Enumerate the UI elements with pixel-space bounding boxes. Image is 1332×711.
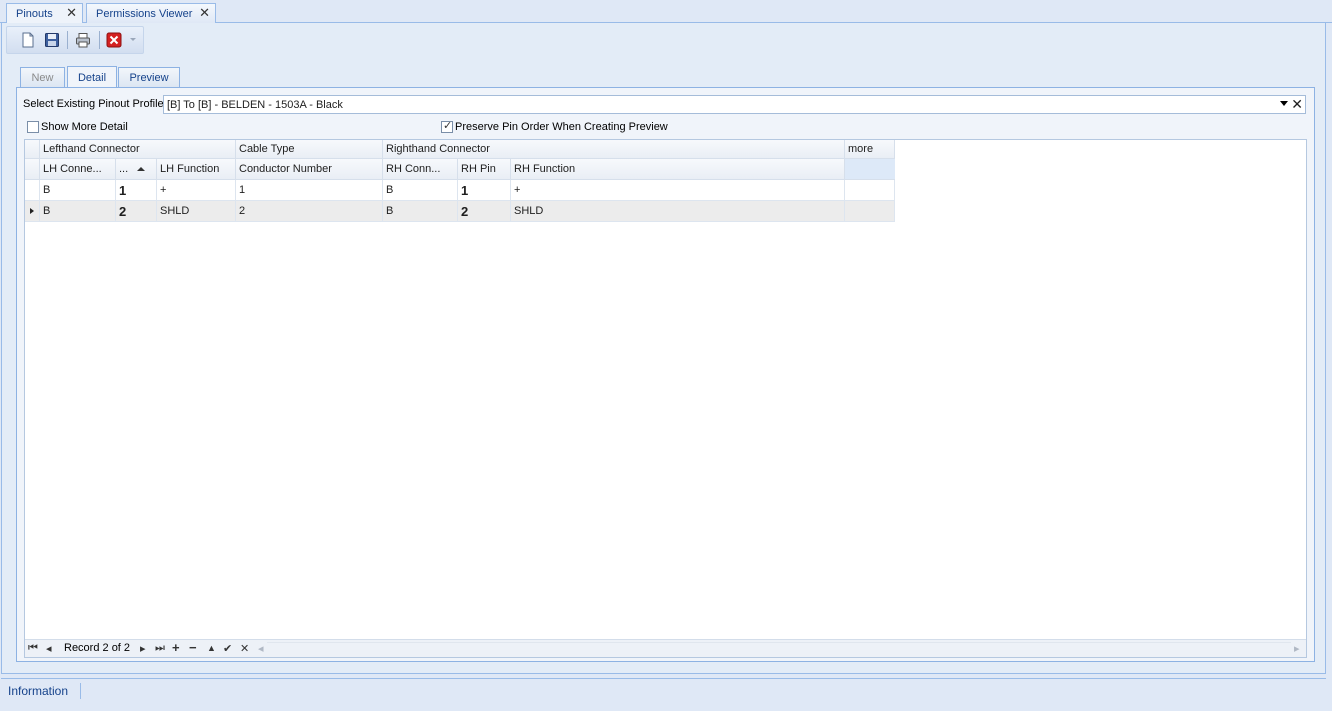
cell-rh-pin[interactable]: 2	[458, 201, 511, 222]
tab-permissions-viewer-label: Permissions Viewer	[96, 7, 193, 20]
column-header-lh-connector[interactable]: LH Conne...	[40, 159, 116, 180]
chevron-down-icon	[130, 38, 136, 41]
last-record-icon[interactable]: ⏭	[155, 642, 165, 655]
save-button[interactable]	[44, 32, 60, 48]
toolbar-separator	[67, 31, 68, 49]
column-header-lh-function[interactable]: LH Function	[157, 159, 236, 180]
cell-rh-function[interactable]: SHLD	[511, 201, 845, 222]
cell-lh-function[interactable]: SHLD	[157, 201, 236, 222]
tab-preview-label: Preview	[129, 72, 169, 84]
column-header-rh-connector[interactable]: RH Conn...	[383, 159, 458, 180]
cell-lh-function[interactable]: +	[157, 180, 236, 201]
status-information[interactable]: Information	[8, 684, 68, 698]
row-indicator-focused[interactable]	[25, 201, 40, 222]
profile-select[interactable]: [B] To [B] - BELDEN - 1503A - Black ✕	[163, 95, 1306, 114]
cell-rh-connector[interactable]: B	[383, 180, 458, 201]
band-header-righthand[interactable]: Righthand Connector	[383, 140, 845, 159]
cell-lh-connector[interactable]: B	[40, 201, 116, 222]
close-document-button[interactable]	[106, 32, 122, 48]
cell-lh-pin[interactable]: 2	[116, 201, 157, 222]
column-header-conductor-number[interactable]: Conductor Number	[236, 159, 383, 180]
move-up-icon[interactable]: ▲	[207, 643, 216, 653]
band-header-lefthand[interactable]: Lefthand Connector	[40, 140, 236, 159]
cell-more[interactable]	[845, 201, 895, 222]
scroll-right-icon[interactable]: ▸	[1294, 642, 1300, 655]
status-bar: Information	[1, 678, 1326, 702]
cancel-record-icon[interactable]: ✕	[240, 642, 249, 655]
cell-conductor-number[interactable]: 1	[236, 180, 383, 201]
profile-label: Select Existing Pinout Profile	[23, 98, 164, 110]
tab-detail-label: Detail	[77, 72, 107, 84]
record-navigator: ⏮ ◂ Record 2 of 2 ▸ ⏭ + − ▲ ✔ ✕ ◂ ▸	[25, 639, 1306, 657]
band-header-cable-type[interactable]: Cable Type	[236, 140, 383, 159]
current-row-arrow-icon	[30, 208, 34, 214]
cell-rh-pin[interactable]: 1	[458, 180, 511, 201]
clear-icon[interactable]: ✕	[1291, 96, 1303, 113]
tab-new-label: New	[31, 72, 54, 84]
cell-rh-connector[interactable]: B	[383, 201, 458, 222]
printer-icon	[76, 33, 90, 48]
close-icon[interactable]: ✕	[66, 5, 77, 21]
cell-more[interactable]	[845, 180, 895, 201]
status-separator	[80, 683, 81, 699]
cell-rh-function[interactable]: +	[511, 180, 845, 201]
first-record-icon[interactable]: ⏮	[28, 642, 38, 655]
tab-preview[interactable]: Preview	[118, 67, 180, 88]
band-header-more[interactable]: more	[845, 140, 895, 159]
toolbar-separator	[99, 31, 100, 49]
column-header-indicator	[25, 159, 40, 180]
close-red-icon	[106, 32, 122, 48]
profile-value: [B] To [B] - BELDEN - 1503A - Black	[167, 99, 343, 111]
scroll-left-icon[interactable]: ◂	[258, 642, 264, 655]
record-counter: Record 2 of 2	[64, 642, 131, 654]
detail-panel: Select Existing Pinout Profile [B] To [B…	[16, 87, 1315, 662]
column-header-more	[845, 159, 895, 180]
toolbar	[6, 26, 144, 54]
document-tab-strip: Pinouts ✕ Permissions Viewer ✕	[0, 0, 1332, 24]
preserve-pin-order-checkbox[interactable]	[441, 119, 453, 133]
cell-conductor-number[interactable]: 2	[236, 201, 383, 222]
pinout-grid: Lefthand Connector Cable Type Righthand …	[24, 139, 1307, 658]
append-record-icon[interactable]: +	[172, 640, 180, 655]
preserve-pin-order-label: Preserve Pin Order When Creating Preview	[455, 121, 668, 133]
column-header-lh-pin-label: ...	[119, 163, 129, 175]
delete-record-icon[interactable]: −	[189, 640, 197, 655]
tab-permissions-viewer[interactable]: Permissions Viewer ✕	[86, 3, 216, 23]
print-button[interactable]	[75, 32, 91, 48]
band-header-indicator	[25, 140, 40, 159]
column-header-rh-function[interactable]: RH Function	[511, 159, 845, 180]
horizontal-scrollbar[interactable]	[267, 642, 1291, 655]
tab-new[interactable]: New	[20, 67, 65, 88]
column-header-rh-pin[interactable]: RH Pin	[458, 159, 511, 180]
row-indicator[interactable]	[25, 180, 40, 201]
new-document-button[interactable]	[20, 32, 36, 48]
save-icon	[45, 33, 59, 47]
new-document-icon	[22, 32, 34, 48]
save-record-icon[interactable]: ✔	[223, 642, 232, 655]
close-icon[interactable]: ✕	[199, 5, 210, 21]
previous-record-icon[interactable]: ◂	[46, 642, 52, 655]
cell-lh-connector[interactable]: B	[40, 180, 116, 201]
dropdown-arrow-icon[interactable]	[1280, 101, 1288, 106]
show-more-detail-checkbox[interactable]	[27, 121, 39, 133]
pinouts-panel: New Detail Preview Select Existing Pinou…	[1, 23, 1326, 674]
cell-lh-pin[interactable]: 1	[116, 180, 157, 201]
next-record-icon[interactable]: ▸	[140, 642, 146, 655]
sort-ascending-icon	[137, 167, 146, 171]
dropdown-arrow-button[interactable]	[128, 34, 138, 50]
tab-detail[interactable]: Detail	[67, 66, 117, 89]
tab-pinouts[interactable]: Pinouts ✕	[6, 3, 83, 24]
tab-pinouts-label: Pinouts	[16, 8, 53, 20]
column-header-lh-pin[interactable]: ...	[116, 159, 157, 180]
show-more-detail-label: Show More Detail	[41, 121, 128, 133]
